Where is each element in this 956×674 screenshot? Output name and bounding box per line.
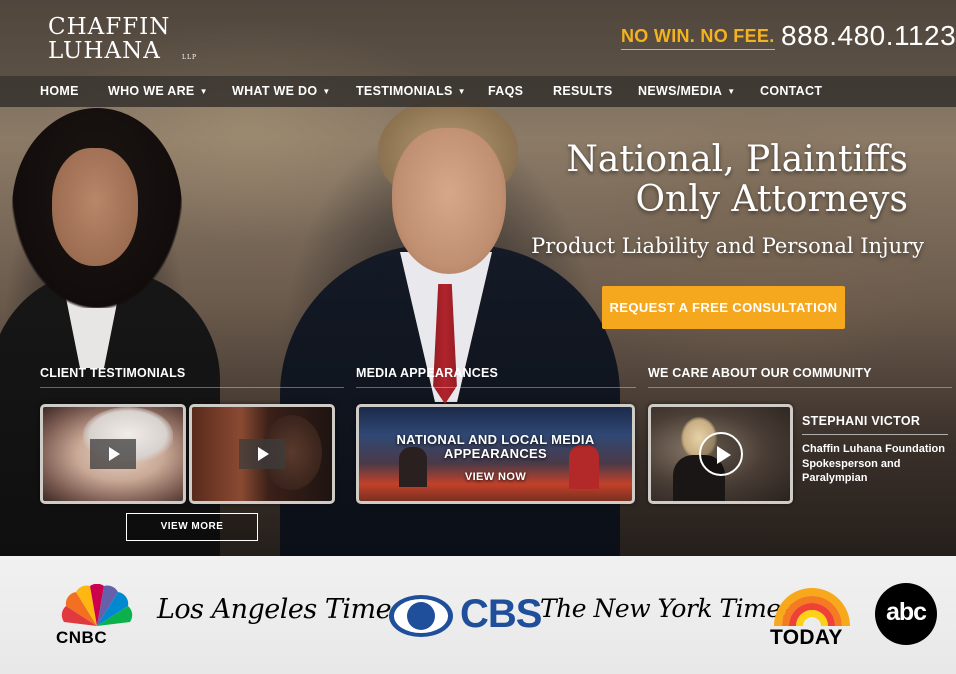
press-logo-bar: CNBC Los Angeles Times CBS The New York … [0,556,956,674]
tagline: NO WIN. NO FEE. [621,26,775,50]
logo-text-line1: Chaffin [48,14,171,40]
view-more-button[interactable]: VIEW MORE [126,513,258,541]
hero-headline: National, Plaintiffs Only Attorneys [488,140,908,220]
nav-item-faqs[interactable]: FAQS [488,84,523,98]
nav-item-results[interactable]: RESULTS [553,84,613,98]
media-card-title: NATIONAL AND LOCAL MEDIA APPEARANCES [396,432,595,461]
hero-headline-line1: National, Plaintiffs [566,139,908,180]
community-person-name[interactable]: STEPHANI VICTOR [802,414,920,428]
site-logo[interactable]: Chaffin Luhana LLP [48,8,198,68]
abc-logo: abc [875,583,937,645]
nav-item-label: NEWS/MEDIA [638,84,723,98]
community-person-divider [802,434,948,435]
nav-item-what-we-do[interactable]: WHAT WE DO ▼ [232,84,331,98]
community-video[interactable] [648,404,793,504]
nav-item-label: CONTACT [760,84,823,98]
nav-item-label: FAQS [488,84,524,98]
hero-subheadline: Product Liability and Personal Injury [531,234,924,258]
community-divider [648,387,952,388]
play-icon[interactable] [90,439,136,469]
today-logo: TODAY [770,626,843,649]
community-title: WE CARE ABOUT OUR COMMUNITY [648,366,872,380]
top-header: Chaffin Luhana LLP NO WIN. NO FEE. 888.4… [0,0,956,76]
play-icon[interactable] [699,432,743,476]
nav-item-label: WHO WE ARE [108,84,195,98]
media-divider [356,387,636,388]
nav-item-label: HOME [40,84,79,98]
today-sunrise-icon [774,588,850,626]
media-title: MEDIA APPEARANCES [356,366,499,380]
play-icon[interactable] [239,439,285,469]
ny-times-logo: The New York Times [540,594,793,623]
logo-text-line2: Luhana [48,38,161,64]
phone-number[interactable]: 888.480.1123 [781,20,956,52]
abc-logo-text: abc [885,598,927,626]
media-card-link[interactable]: VIEW NOW [359,471,632,483]
cnbc-peacock-icon [61,584,133,626]
nav-item-home[interactable]: HOME [40,84,79,98]
testimonials-divider [40,387,344,388]
la-times-logo: Los Angeles Times [157,594,405,625]
chevron-down-icon: ▼ [727,87,736,96]
testimonial-video-2[interactable] [189,404,335,504]
cnbc-logo: CNBC [56,628,108,647]
nav-item-news-media[interactable]: NEWS/MEDIA ▼ [638,84,735,98]
free-consultation-button[interactable]: REQUEST A FREE CONSULTATION [602,286,845,329]
nav-item-label: RESULTS [553,84,613,98]
logo-suffix: LLP [182,54,198,61]
chevron-down-icon: ▼ [322,87,331,96]
nav-item-label: TESTIMONIALS [356,84,453,98]
testimonials-title: CLIENT TESTIMONIALS [40,366,186,380]
nav-item-label: WHAT WE DO [232,84,318,98]
community-person-description: Chaffin Luhana Foundation Spokesperson a… [802,443,945,484]
nav-item-contact[interactable]: CONTACT [760,84,822,98]
testimonial-video-1[interactable] [40,404,186,504]
cbs-logo: CBS [460,592,542,636]
hero-woman-face [52,148,138,266]
main-nav: HOME WHO WE ARE ▼ WHAT WE DO ▼ TESTIMONIAL… [0,76,956,107]
media-appearances-card[interactable]: NATIONAL AND LOCAL MEDIA APPEARANCES VIE… [356,404,635,504]
nav-item-testimonials[interactable]: TESTIMONIALS ▼ [356,84,466,98]
cbs-eye-icon [389,595,453,637]
chevron-down-icon: ▼ [199,87,208,96]
nav-item-who-we-are[interactable]: WHO WE ARE ▼ [108,84,208,98]
hero-headline-line2: Only Attorneys [635,179,908,220]
chevron-down-icon: ▼ [457,87,466,96]
